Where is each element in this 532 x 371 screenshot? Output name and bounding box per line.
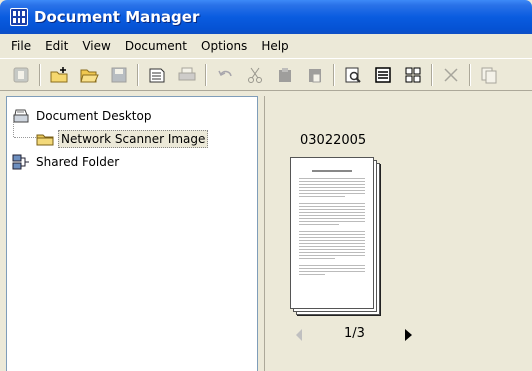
window-title: Document Manager xyxy=(34,8,200,26)
cut-button[interactable] xyxy=(243,63,267,87)
tree-connector xyxy=(13,115,14,137)
copy-pages-button[interactable] xyxy=(477,63,501,87)
toolbar-separator xyxy=(137,63,139,86)
list-view-button[interactable] xyxy=(371,63,395,87)
menu-edit[interactable]: Edit xyxy=(38,34,75,58)
open-folder-icon xyxy=(80,69,99,82)
undo-button[interactable] xyxy=(213,63,237,87)
zoom-icon xyxy=(345,67,361,83)
properties-icon xyxy=(13,67,29,82)
scan-icon xyxy=(149,68,165,82)
app-icon xyxy=(10,8,28,26)
paste-icon xyxy=(309,68,321,82)
properties-button[interactable] xyxy=(9,63,33,87)
new-folder-button[interactable] xyxy=(47,63,71,87)
zoom-button[interactable] xyxy=(341,63,365,87)
menu-document[interactable]: Document xyxy=(118,34,194,58)
paste-button[interactable] xyxy=(303,63,327,87)
copy-icon xyxy=(279,67,291,82)
copy-button[interactable] xyxy=(273,63,297,87)
scan-button[interactable] xyxy=(145,63,169,87)
page-indicator: 1/3 xyxy=(344,326,365,341)
tree-item-label: Network Scanner Image xyxy=(58,130,209,148)
toolbar-separator xyxy=(431,63,433,86)
delete-button[interactable] xyxy=(439,63,463,87)
menu-view[interactable]: View xyxy=(75,34,117,58)
menu-bar: File Edit View Document Options Help xyxy=(0,34,532,58)
document-thumbnail[interactable] xyxy=(290,157,382,317)
tree-item-network-scanner-image[interactable]: Network Scanner Image xyxy=(36,129,209,149)
menu-help[interactable]: Help xyxy=(254,34,295,58)
previous-page-arrow-icon[interactable] xyxy=(296,329,302,341)
tree-item-document-desktop[interactable]: Document Desktop xyxy=(12,106,153,126)
print-icon xyxy=(178,67,196,80)
list-view-icon xyxy=(375,66,391,83)
new-folder-icon xyxy=(50,66,68,82)
cut-icon xyxy=(248,67,262,83)
tree-connector xyxy=(14,137,36,138)
toolbar-separator xyxy=(333,63,335,86)
title-bar[interactable]: Document Manager xyxy=(0,0,532,34)
next-page-arrow-icon[interactable] xyxy=(405,329,412,341)
toolbar xyxy=(0,58,532,91)
undo-icon xyxy=(218,70,232,76)
copy-pages-icon xyxy=(481,67,497,83)
thumbnail-view-button[interactable] xyxy=(401,63,425,87)
toolbar-separator xyxy=(39,63,41,86)
document-name: 03022005 xyxy=(300,133,367,148)
thumbnail-view-icon xyxy=(405,67,421,82)
desktop-tray-icon xyxy=(13,109,29,123)
network-share-icon xyxy=(12,154,29,170)
print-button[interactable] xyxy=(175,63,199,87)
tree-item-shared-folder[interactable]: Shared Folder xyxy=(12,152,121,172)
delete-icon xyxy=(444,67,458,82)
menu-file[interactable]: File xyxy=(4,34,38,58)
toolbar-separator xyxy=(205,63,207,86)
page-preview xyxy=(290,157,374,309)
tree-item-label: Shared Folder xyxy=(36,155,120,169)
menu-options[interactable]: Options xyxy=(194,34,254,58)
folder-icon xyxy=(36,134,54,146)
tree-item-label: Document Desktop xyxy=(36,109,152,123)
save-icon xyxy=(111,67,127,82)
save-button[interactable] xyxy=(107,63,131,87)
toolbar-separator xyxy=(469,63,471,86)
open-folder-button[interactable] xyxy=(77,63,101,87)
